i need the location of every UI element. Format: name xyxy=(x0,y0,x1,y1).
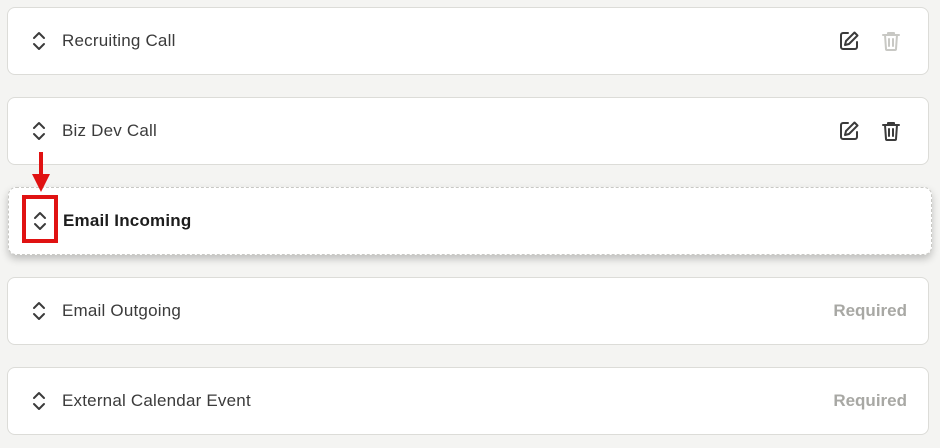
list-item-label: External Calendar Event xyxy=(62,391,251,410)
drag-handle-icon[interactable] xyxy=(30,389,48,413)
drag-handle-icon[interactable] xyxy=(30,29,48,53)
row-actions xyxy=(838,120,902,142)
trash-icon[interactable] xyxy=(880,120,902,142)
drag-handle-icon[interactable] xyxy=(30,299,48,323)
row-actions xyxy=(838,30,902,52)
drag-handle-icon[interactable] xyxy=(30,119,48,143)
list-item-email-outgoing: Email Outgoing Required xyxy=(7,277,929,345)
trash-icon xyxy=(880,30,902,52)
list-item-label: Biz Dev Call xyxy=(62,121,157,140)
list-item-label: Email Incoming xyxy=(63,211,192,230)
list-item-label: Email Outgoing xyxy=(62,301,182,320)
list-item-email-incoming[interactable]: Email Incoming xyxy=(8,187,932,255)
annotation-highlight-box xyxy=(22,195,58,243)
list-item-recruiting-call: Recruiting Call xyxy=(7,7,929,75)
required-badge: Required xyxy=(833,391,907,410)
required-badge: Required xyxy=(833,301,907,320)
list-item-biz-dev-call: Biz Dev Call xyxy=(7,97,929,165)
annotation-arrow-icon xyxy=(32,152,50,192)
edit-icon[interactable] xyxy=(838,120,860,142)
edit-icon[interactable] xyxy=(838,30,860,52)
list-item-external-calendar-event: External Calendar Event Required xyxy=(7,367,929,435)
list-item-label: Recruiting Call xyxy=(62,31,176,50)
